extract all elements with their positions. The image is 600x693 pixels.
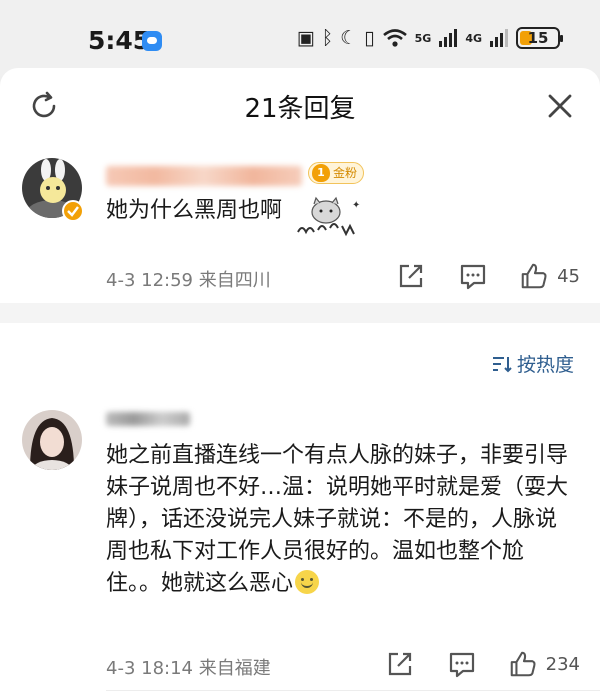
comment-text: 她为什么黑周也啊 xyxy=(106,198,283,223)
bottom-divider xyxy=(106,690,600,691)
like-button[interactable]: 234 xyxy=(508,649,580,679)
status-icons: ▣ ᛒ ☾ ▯ 5G 4G 15 xyxy=(296,26,563,50)
signal-bars-icon xyxy=(490,29,508,47)
share-icon[interactable] xyxy=(384,648,416,680)
vibrate-icon: ▯ xyxy=(364,27,375,49)
reply-text: 她之前直播连线一个有点人脉的妹子，非要引导妹子说周也不好…温：说明她平时就是爱（… xyxy=(106,440,568,600)
reply-actions: 234 xyxy=(354,648,580,680)
status-time: 5:45 xyxy=(88,26,151,55)
battery-icon: 15 xyxy=(516,27,563,49)
fan-badge[interactable]: 1 金粉 xyxy=(308,162,365,184)
username-redacted[interactable] xyxy=(106,166,302,186)
fan-badge-label: 金粉 xyxy=(333,166,358,180)
like-count: 234 xyxy=(545,653,580,675)
comment-actions: 45 xyxy=(365,260,580,292)
sheet-title: 21条回复 xyxy=(244,94,356,124)
sort-label: 按热度 xyxy=(516,354,574,376)
avatar[interactable] xyxy=(22,410,82,470)
signal-4g-label: 4G xyxy=(465,31,482,45)
smile-emoji-icon xyxy=(295,570,320,594)
thumbs-up-icon xyxy=(510,651,536,677)
comment-meta: 4-3 12:59 来自四川 xyxy=(106,270,271,291)
wifi-icon xyxy=(382,29,407,47)
status-bar: 5:45 ▣ ᛒ ☾ ▯ 5G 4G 15 xyxy=(0,0,600,76)
section-divider xyxy=(0,303,600,323)
meow-cat-sticker: ✦ xyxy=(297,196,360,237)
like-button[interactable]: 45 xyxy=(519,261,580,291)
sort-button[interactable]: 按热度 xyxy=(491,350,574,377)
reply-meta: 4-3 18:14 来自福建 xyxy=(106,658,271,679)
close-icon[interactable] xyxy=(544,90,576,122)
message-notification-icon xyxy=(142,31,162,51)
svg-text:✦: ✦ xyxy=(352,200,360,211)
sort-icon xyxy=(492,356,512,372)
signal-bars-icon xyxy=(439,29,458,47)
nfc-icon: ▣ xyxy=(296,27,315,49)
bluetooth-icon: ᛒ xyxy=(321,27,334,49)
comment-icon[interactable] xyxy=(457,260,489,292)
username-redacted[interactable] xyxy=(106,412,190,426)
fan-level-icon: 1 xyxy=(312,164,330,182)
thumbs-up-icon xyxy=(521,263,547,289)
share-icon[interactable] xyxy=(395,260,427,292)
comment-icon[interactable] xyxy=(446,648,478,680)
like-count: 45 xyxy=(557,265,580,287)
moon-icon: ☾ xyxy=(340,27,358,49)
signal-5g-label: 5G xyxy=(414,31,432,45)
reply-text-content: 她之前直播连线一个有点人脉的妹子，非要引导妹子说周也不好…温：说明她平时就是爱（… xyxy=(106,443,569,596)
verified-icon xyxy=(62,200,84,222)
sheet-header: 21条回复 xyxy=(0,68,600,142)
battery-level: 15 xyxy=(527,29,549,47)
